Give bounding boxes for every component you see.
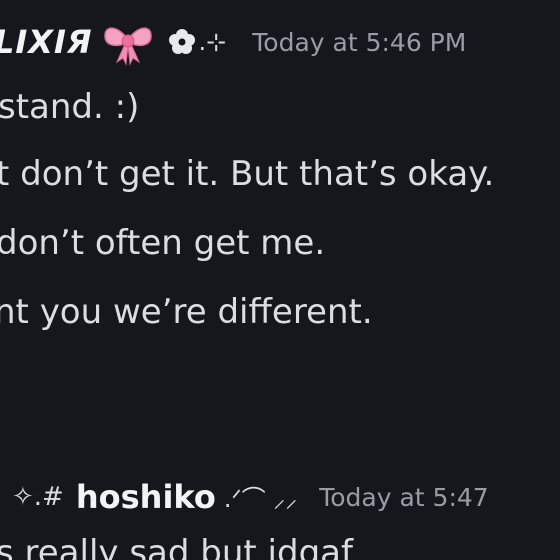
- message-header: LIXIЯ .⊹ Today at 5:46 PM: [0, 18, 466, 66]
- message-line: don’t often get me.: [0, 223, 326, 263]
- message-timestamp[interactable]: Today at 5:47: [319, 483, 488, 512]
- username[interactable]: hoshiko: [76, 478, 216, 516]
- username[interactable]: LIXIЯ: [0, 23, 93, 61]
- message-line: stand. :): [0, 87, 140, 127]
- username-suffix: .ᐟ⌒ ⸝⸝: [223, 485, 298, 513]
- chat-message-list: LIXIЯ .⊹ Today at 5:46 PM stand.:) t do…: [0, 0, 560, 560]
- username-suffix: .⊹: [198, 28, 227, 56]
- message-line: t don’t get it. But that’s okay.: [0, 154, 495, 194]
- pink-bow-icon: [101, 18, 155, 66]
- message-line: nt you we’re different.: [0, 292, 373, 332]
- message-timestamp[interactable]: Today at 5:46 PM: [252, 28, 466, 57]
- message-line: s really sad but idgaf: [0, 533, 353, 560]
- flower-icon: [167, 27, 197, 57]
- username-prefix: ✧.#: [12, 482, 64, 512]
- message-header: ✧.# hoshiko .ᐟ⌒ ⸝⸝ Today at 5:47: [12, 478, 489, 516]
